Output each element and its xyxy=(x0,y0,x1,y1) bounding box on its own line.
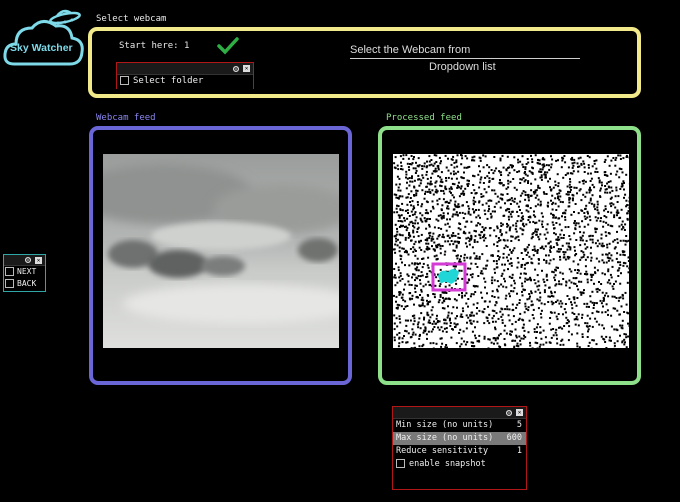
select-folder-checkbox[interactable] xyxy=(120,76,129,85)
processed-image xyxy=(393,154,629,348)
max-size-label: Max size (no units) xyxy=(396,433,494,443)
next-row[interactable]: NEXT xyxy=(4,266,45,278)
settings-panel: ✕ Min size (no units) 5 Max size (no uni… xyxy=(392,406,527,490)
select-webcam-title: Select webcam xyxy=(96,14,167,24)
close-icon[interactable]: ✕ xyxy=(516,409,523,416)
snapshot-checkbox[interactable] xyxy=(396,459,405,468)
nav-panel: ✕ NEXT BACK xyxy=(3,254,46,292)
control-header: ✕ xyxy=(4,255,45,266)
checkmark-icon xyxy=(217,37,239,55)
min-size-value: 5 xyxy=(516,420,522,430)
gear-icon[interactable] xyxy=(24,256,32,264)
control-header: ✕ xyxy=(117,63,253,75)
start-label: Start here: 1 xyxy=(119,41,190,51)
select-webcam-panel: Start here: 1 ✕ Select folder Select the… xyxy=(88,27,641,98)
back-checkbox[interactable] xyxy=(5,279,14,288)
close-icon[interactable]: ✕ xyxy=(35,256,42,264)
max-size-row[interactable]: Max size (no units) 600 xyxy=(393,432,526,445)
webcam-image xyxy=(103,154,339,348)
select-folder-control: ✕ Select folder xyxy=(116,62,254,89)
min-size-row[interactable]: Min size (no units) 5 xyxy=(393,419,526,432)
control-header: ✕ xyxy=(393,407,526,419)
max-size-value: 600 xyxy=(506,433,522,443)
webcam-feed-panel xyxy=(89,126,352,385)
gear-icon[interactable] xyxy=(232,65,240,73)
reduce-sensitivity-label: Reduce sensitivity xyxy=(396,446,489,456)
hint-line-2: Dropdown list xyxy=(429,61,496,73)
ufo-icon xyxy=(49,9,81,25)
next-checkbox[interactable] xyxy=(5,267,14,276)
gear-icon[interactable] xyxy=(505,409,513,417)
next-label: NEXT xyxy=(17,267,37,276)
processed-feed-title: Processed feed xyxy=(386,113,462,123)
snapshot-label: enable snapshot xyxy=(409,459,486,469)
app-logo: Sky Watcher xyxy=(2,4,88,70)
close-icon[interactable]: ✕ xyxy=(243,65,250,72)
select-folder-label: Select folder xyxy=(133,76,204,86)
reduce-sensitivity-value: 1 xyxy=(516,446,522,456)
webcam-feed-title: Webcam feed xyxy=(96,113,156,123)
reduce-sensitivity-row[interactable]: Reduce sensitivity 1 xyxy=(393,445,526,458)
min-size-label: Min size (no units) xyxy=(396,420,494,430)
processed-feed-panel xyxy=(378,126,641,385)
select-folder-row[interactable]: Select folder xyxy=(117,75,253,88)
webcam-dropdown-hint[interactable]: Select the Webcam from xyxy=(350,41,580,59)
hint-line-1: Select the Webcam from xyxy=(350,44,471,56)
back-row[interactable]: BACK xyxy=(4,278,45,290)
back-label: BACK xyxy=(17,279,37,288)
snapshot-row[interactable]: enable snapshot xyxy=(393,458,526,471)
logo-text: Sky Watcher xyxy=(10,42,73,54)
